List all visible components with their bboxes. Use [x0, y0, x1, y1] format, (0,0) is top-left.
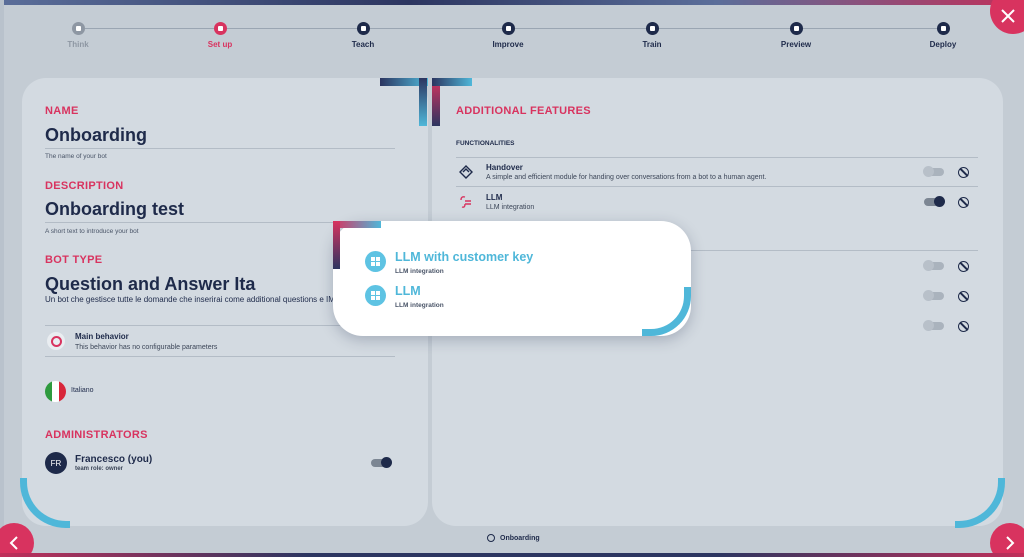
close-icon — [1001, 9, 1015, 23]
gear-icon — [487, 534, 495, 542]
feature-toggle[interactable] — [923, 260, 944, 271]
next-button[interactable] — [990, 523, 1024, 557]
toggle-knob — [923, 290, 934, 301]
step-label: Deploy — [929, 40, 957, 49]
admin-name: Francesco (you) — [75, 454, 153, 465]
plug-icon — [460, 196, 471, 208]
top-border — [0, 0, 1024, 5]
step-label: Preview — [780, 40, 812, 49]
handshake-icon — [459, 165, 473, 179]
decor-bar — [333, 221, 381, 228]
option-sub: LLM integration — [395, 268, 444, 275]
module-icon — [365, 285, 386, 306]
option-sub: LLM integration — [395, 302, 444, 309]
decor-arc — [955, 478, 1005, 528]
italy-flag-icon — [45, 381, 66, 402]
chevron-left-icon — [9, 536, 18, 550]
functionalities-heading: FUNCTIONALITIES — [456, 140, 515, 147]
toggle-knob — [923, 260, 934, 271]
llm-toggle[interactable] — [924, 196, 945, 207]
bottom-border — [0, 553, 1024, 557]
feature-toggle[interactable] — [923, 320, 944, 331]
bot-type-heading: BOT TYPE — [45, 254, 103, 266]
left-edge — [0, 0, 4, 557]
name-hint: The name of your bot — [45, 153, 107, 160]
ban-icon[interactable] — [958, 197, 969, 208]
step-label: Improve — [492, 40, 524, 49]
admin-role: team role: owner — [75, 466, 124, 472]
divider — [45, 356, 395, 357]
step-train[interactable]: Train — [612, 22, 692, 49]
option-title: LLM — [395, 284, 421, 298]
step-icon — [936, 22, 950, 35]
ban-icon[interactable] — [958, 261, 969, 272]
flag-stripe — [52, 381, 59, 402]
feature-title-llm: LLM — [486, 193, 503, 202]
decor-bar — [432, 78, 472, 86]
handover-toggle[interactable] — [923, 166, 944, 177]
step-label: Think — [67, 40, 89, 49]
step-think[interactable]: Think — [38, 22, 118, 49]
step-icon — [71, 22, 85, 35]
feature-desc-llm: LLM integration — [486, 204, 535, 211]
step-icon — [501, 22, 515, 35]
description-heading: DESCRIPTION — [45, 180, 124, 192]
step-label: Teach — [351, 40, 375, 49]
step-preview[interactable]: Preview — [756, 22, 836, 49]
ban-icon[interactable] — [958, 167, 969, 178]
divider — [45, 148, 395, 149]
wizard-stepper: Think Set up Teach Improve Train Preview… — [40, 18, 984, 58]
bot-description-input[interactable]: Onboarding test — [45, 199, 184, 220]
pencil-icon — [213, 22, 227, 35]
feature-desc-handover: A simple and efficient module for handin… — [486, 174, 767, 181]
step-improve[interactable]: Improve — [468, 22, 548, 49]
description-hint: A short text to introduce your bot — [45, 228, 139, 235]
divider — [456, 186, 978, 187]
decor-arc — [20, 478, 70, 528]
name-heading: NAME — [45, 105, 79, 117]
feature-title-handover: Handover — [486, 163, 523, 172]
features-heading: ADDITIONAL FEATURES — [456, 105, 591, 117]
behavior-desc: This behavior has no configurable parame… — [75, 344, 218, 351]
decor-bar — [333, 221, 340, 269]
bot-type-value[interactable]: Question and Answer Ita — [45, 274, 255, 295]
ban-icon[interactable] — [958, 321, 969, 332]
admin-toggle[interactable] — [371, 457, 392, 468]
close-button[interactable] — [990, 0, 1024, 34]
avatar: FR — [45, 452, 67, 474]
feature-toggle[interactable] — [923, 290, 944, 301]
toggle-knob — [934, 196, 945, 207]
step-label: Set up — [207, 40, 233, 49]
administrators-heading: ADMINISTRATORS — [45, 429, 148, 441]
step-icon — [356, 22, 370, 35]
language-label[interactable]: Italiano — [71, 387, 94, 394]
llm-select-modal — [333, 221, 691, 336]
divider — [456, 157, 978, 158]
decor-bar — [419, 78, 427, 126]
option-title: LLM with customer key — [395, 250, 534, 264]
step-teach[interactable]: Teach — [323, 22, 403, 49]
step-icon — [645, 22, 659, 35]
prev-button[interactable] — [0, 523, 34, 557]
chevron-right-icon — [1006, 536, 1015, 550]
module-icon — [365, 251, 386, 272]
step-label: Train — [642, 40, 662, 49]
step-deploy[interactable]: Deploy — [903, 22, 983, 49]
toggle-knob — [923, 320, 934, 331]
step-icon — [789, 22, 803, 35]
toggle-knob — [381, 457, 392, 468]
footer-bot-label: Onboarding — [500, 534, 540, 542]
brain-icon — [47, 332, 65, 350]
bot-name-input[interactable]: Onboarding — [45, 125, 147, 146]
ban-icon[interactable] — [958, 291, 969, 302]
step-setup[interactable]: Set up — [180, 22, 260, 49]
toggle-knob — [923, 166, 934, 177]
footer-bot-name: Onboarding — [487, 534, 540, 542]
behavior-title: Main behavior — [75, 332, 129, 341]
